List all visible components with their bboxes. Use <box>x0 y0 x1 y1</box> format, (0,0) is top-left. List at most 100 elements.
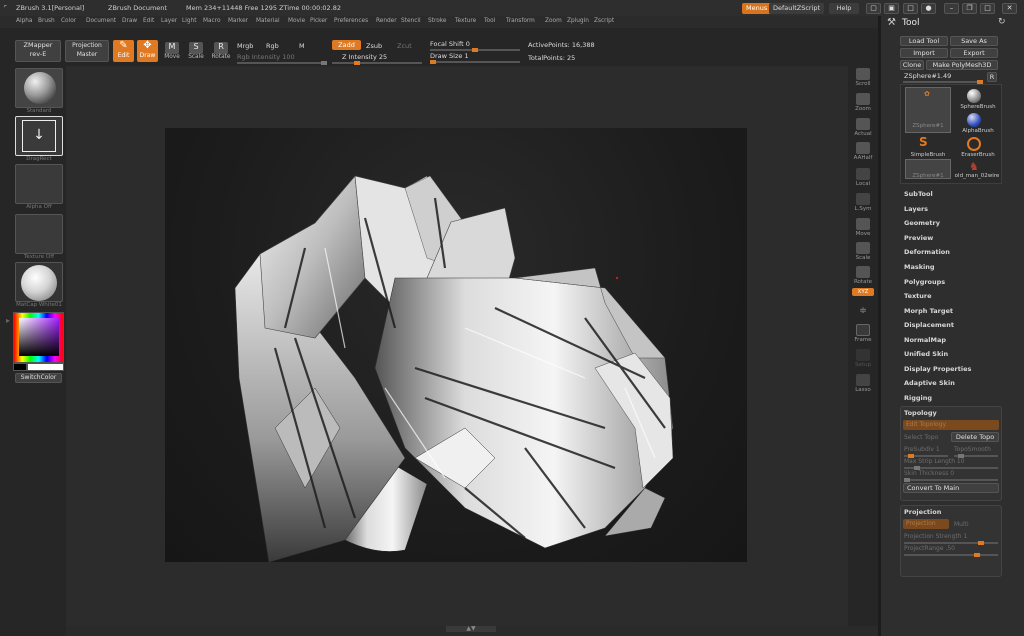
spherebrush-icon[interactable] <box>967 89 981 103</box>
focal-shift-track[interactable] <box>430 48 520 52</box>
projection-toggle-button[interactable]: Projection <box>903 519 949 529</box>
maximize-icon[interactable]: □ <box>980 3 995 14</box>
multi-button[interactable]: Multi <box>954 521 969 528</box>
menu-brush[interactable]: Brush <box>38 18 55 24</box>
max-strip-length-slider[interactable]: Max Strip Length 10 <box>904 458 965 465</box>
menu-adaptive-skin[interactable]: Adaptive Skin <box>904 379 955 387</box>
projection-strength-slider[interactable]: Projection Strength 1 <box>904 533 967 540</box>
load-tool-button[interactable]: Load Tool <box>900 36 948 46</box>
move-view-button[interactable]: Move <box>851 218 875 237</box>
scale-button[interactable]: S Scale <box>186 42 206 60</box>
menu-rigging[interactable]: Rigging <box>904 394 932 402</box>
eraserbrush-icon[interactable] <box>967 137 981 151</box>
edit-button[interactable]: ✎ Edit <box>113 40 134 62</box>
edit-topology-button[interactable]: Edit Topology <box>903 420 999 430</box>
old-man-icon[interactable]: ♞ <box>969 160 979 173</box>
zadd-button[interactable]: Zadd <box>332 40 361 50</box>
xyz-button[interactable]: XYZ <box>852 288 874 296</box>
menu-render[interactable]: Render <box>376 18 397 24</box>
menu-color[interactable]: Color <box>61 18 76 24</box>
save-as-button[interactable]: Save As <box>950 36 998 46</box>
focal-shift-slider[interactable]: Focal Shift 0 <box>430 40 470 48</box>
make-polymesh-button[interactable]: Make PolyMesh3D <box>926 60 998 70</box>
hide-icon[interactable]: □ <box>903 3 918 14</box>
layout-alt-icon[interactable]: ▣ <box>884 3 899 14</box>
presubdiv-slider[interactable]: PreSubdiv 1 <box>904 446 940 453</box>
menu-document[interactable]: Document <box>86 18 116 24</box>
zoom-button[interactable]: Zoom <box>851 93 875 112</box>
projection-master-button[interactable]: Projection Master <box>65 40 109 62</box>
z-intensity-track[interactable] <box>332 61 422 65</box>
panel-refresh-icon[interactable]: ↻ <box>998 17 1006 27</box>
texture-selector[interactable] <box>15 214 63 254</box>
material-selector[interactable] <box>15 262 63 302</box>
draw-button[interactable]: ✥ Draw <box>137 40 158 62</box>
left-tray-handle[interactable]: ▸ <box>6 316 10 328</box>
menu-display-properties[interactable]: Display Properties <box>904 365 971 373</box>
actual-button[interactable]: Actual <box>851 118 875 137</box>
switchcolor-button[interactable]: SwitchColor <box>15 373 62 383</box>
primary-color-swatch[interactable] <box>27 363 64 371</box>
scale-view-button[interactable]: Scale <box>851 242 875 261</box>
menu-macro[interactable]: Macro <box>203 18 221 24</box>
delete-topo-button[interactable]: Delete Topo <box>951 432 999 442</box>
menu-transform[interactable]: Transform <box>506 18 535 24</box>
menu-preferences[interactable]: Preferences <box>334 18 368 24</box>
secondary-color-swatch[interactable] <box>13 363 27 371</box>
menu-edit[interactable]: Edit <box>143 18 154 24</box>
menu-zoom[interactable]: Zoom <box>545 18 562 24</box>
topology-title[interactable]: Topology <box>904 409 937 417</box>
default-zscript-button[interactable]: DefaultZScript <box>769 3 825 14</box>
menu-marker[interactable]: Marker <box>228 18 248 24</box>
r-button[interactable]: R <box>987 72 997 82</box>
skin-thickness-track[interactable] <box>904 478 998 482</box>
z-intensity-slider[interactable]: Z Intensity 25 <box>342 53 387 61</box>
m-button[interactable]: M <box>299 42 305 50</box>
mrgb-button[interactable]: Mrgb <box>237 42 253 50</box>
toposmooth-slider[interactable]: TopoSmooth <box>954 446 991 453</box>
menu-tool[interactable]: Tool <box>484 18 495 24</box>
menu-morph-target[interactable]: Morph Target <box>904 307 953 315</box>
convert-to-main-button[interactable]: Convert To Main <box>903 483 999 493</box>
lasso-button[interactable]: Lasso <box>851 374 875 393</box>
menu-material[interactable]: Material <box>256 18 280 24</box>
stroke-selector[interactable]: ↓ <box>15 116 63 156</box>
projection-strength-track[interactable] <box>904 541 998 545</box>
menu-polygroups[interactable]: Polygroups <box>904 278 945 286</box>
help-button[interactable]: Help <box>829 3 859 14</box>
menu-preview[interactable]: Preview <box>904 234 933 242</box>
menu-zscript[interactable]: Zscript <box>594 18 614 24</box>
simplebrush-icon[interactable]: S <box>919 135 928 149</box>
zmapper-button[interactable]: ZMapper rev-E <box>15 40 61 62</box>
menu-layers[interactable]: Layers <box>904 205 928 213</box>
camera-icon[interactable]: ● <box>921 3 936 14</box>
close-icon[interactable]: ✕ <box>1002 3 1017 14</box>
menu-stroke[interactable]: Stroke <box>428 18 446 24</box>
alphabrush-icon[interactable] <box>967 113 981 127</box>
rgb-intensity-slider[interactable]: Rgb Intensity 100 <box>237 53 295 61</box>
menu-texture-tool[interactable]: Texture <box>904 292 932 300</box>
transp-button[interactable]: ≑ <box>851 306 875 316</box>
restore-icon[interactable]: ❐ <box>962 3 977 14</box>
draw-size-track[interactable] <box>430 60 520 64</box>
menu-stencil[interactable]: Stencil <box>401 18 421 24</box>
aahalf-button[interactable]: AAHalf <box>851 142 875 161</box>
zsub-button[interactable]: Zsub <box>366 42 382 50</box>
layout-icon[interactable]: ▢ <box>866 3 881 14</box>
bottom-scroll-strip[interactable]: ▲▼ <box>66 626 878 636</box>
menu-normalmap[interactable]: NormalMap <box>904 336 946 344</box>
color-picker[interactable] <box>13 312 64 363</box>
menu-layer[interactable]: Layer <box>161 18 177 24</box>
toposmooth-track[interactable] <box>954 454 998 458</box>
import-button[interactable]: Import <box>900 48 948 58</box>
project-range-track[interactable] <box>904 553 998 557</box>
current-tool-track[interactable] <box>903 80 983 84</box>
alpha-selector[interactable] <box>15 164 63 204</box>
menu-deformation[interactable]: Deformation <box>904 248 950 256</box>
draw-size-slider[interactable]: Draw Size 1 <box>430 52 469 60</box>
local-button[interactable]: Local <box>851 168 875 187</box>
menus-button[interactable]: Menus <box>742 3 772 14</box>
move-button[interactable]: M Move <box>162 42 182 60</box>
rgb-button[interactable]: Rgb <box>266 42 279 50</box>
menu-subtool[interactable]: SubTool <box>904 190 933 198</box>
